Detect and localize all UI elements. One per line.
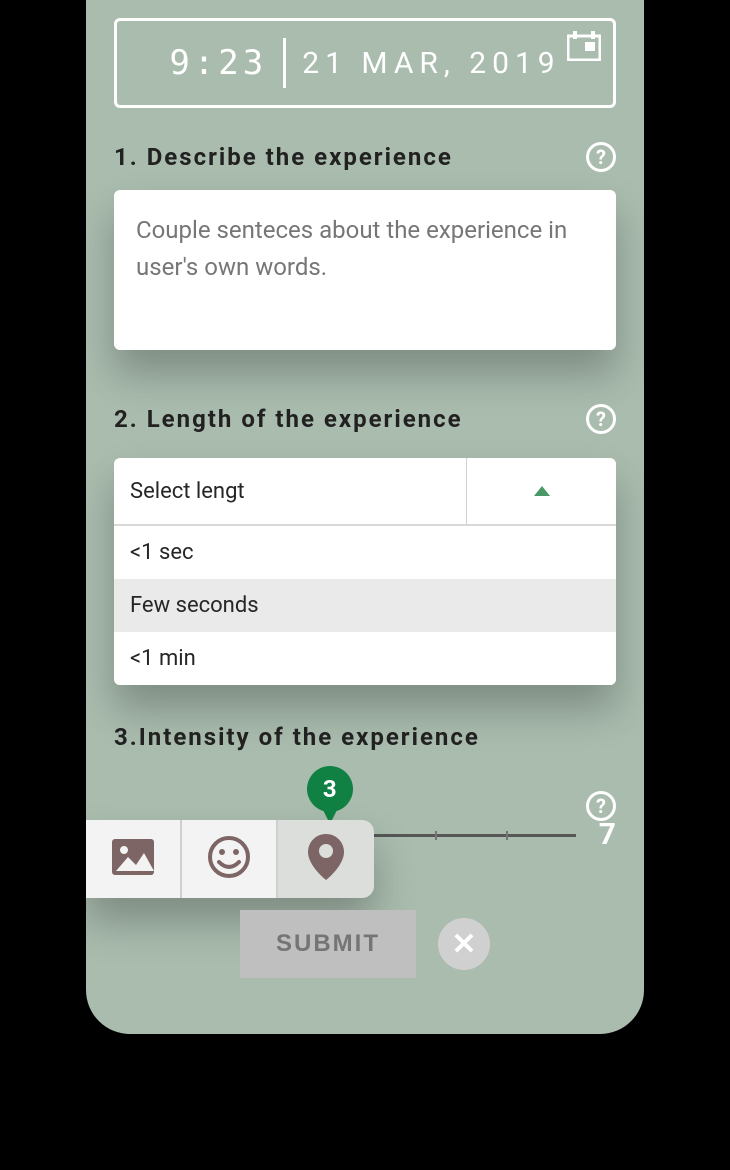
- dropdown-option[interactable]: <1 min: [114, 632, 616, 685]
- describe-textarea[interactable]: Couple senteces about the experience in …: [114, 190, 616, 350]
- time-value: 9:23: [169, 43, 267, 83]
- add-emoji-button[interactable]: [182, 820, 278, 898]
- dropdown-options: <1 sec Few seconds <1 min: [114, 524, 616, 685]
- smiley-icon: [207, 835, 251, 883]
- submit-button[interactable]: SUBMIT: [240, 910, 416, 978]
- dropdown-option[interactable]: Few seconds: [114, 579, 616, 632]
- intensity-heading-row: 3.Intensity of the experience: [114, 723, 616, 751]
- help-icon[interactable]: ?: [586, 404, 616, 434]
- chevron-up-icon[interactable]: [466, 458, 616, 524]
- describe-heading-row: 1. Describe the experience ?: [114, 142, 616, 172]
- add-location-button[interactable]: [278, 820, 374, 898]
- describe-title: 1. Describe the experience: [114, 143, 453, 171]
- date-value: 21 MAR, 2019: [302, 46, 560, 81]
- attachment-toolbar: [86, 820, 374, 898]
- slider-tick: [435, 831, 437, 840]
- dropdown-option[interactable]: <1 sec: [114, 526, 616, 579]
- length-heading-row: 2. Length of the experience ?: [114, 404, 616, 434]
- slider-max-label: 7: [599, 817, 616, 852]
- length-title: 2. Length of the experience: [114, 405, 463, 433]
- close-icon: ✕: [451, 927, 476, 962]
- cancel-button[interactable]: ✕: [438, 918, 490, 970]
- image-icon: [112, 839, 154, 879]
- submit-row: SUBMIT ✕: [86, 910, 644, 978]
- help-icon[interactable]: ?: [586, 142, 616, 172]
- length-dropdown[interactable]: Select lengt <1 sec Few seconds <1 min: [114, 458, 616, 685]
- slider-value-bubble: 3: [307, 766, 353, 812]
- slider-tick: [506, 831, 508, 840]
- datetime-separator: [283, 38, 286, 88]
- location-pin-icon: [308, 834, 344, 884]
- add-image-button[interactable]: [86, 820, 182, 898]
- dropdown-toggle[interactable]: Select lengt: [114, 458, 616, 524]
- intensity-title: 3.Intensity of the experience: [114, 723, 480, 751]
- datetime-bar[interactable]: 9:23 21 MAR, 2019: [114, 18, 616, 108]
- calendar-icon[interactable]: [567, 31, 601, 65]
- dropdown-selected-label: Select lengt: [114, 458, 466, 524]
